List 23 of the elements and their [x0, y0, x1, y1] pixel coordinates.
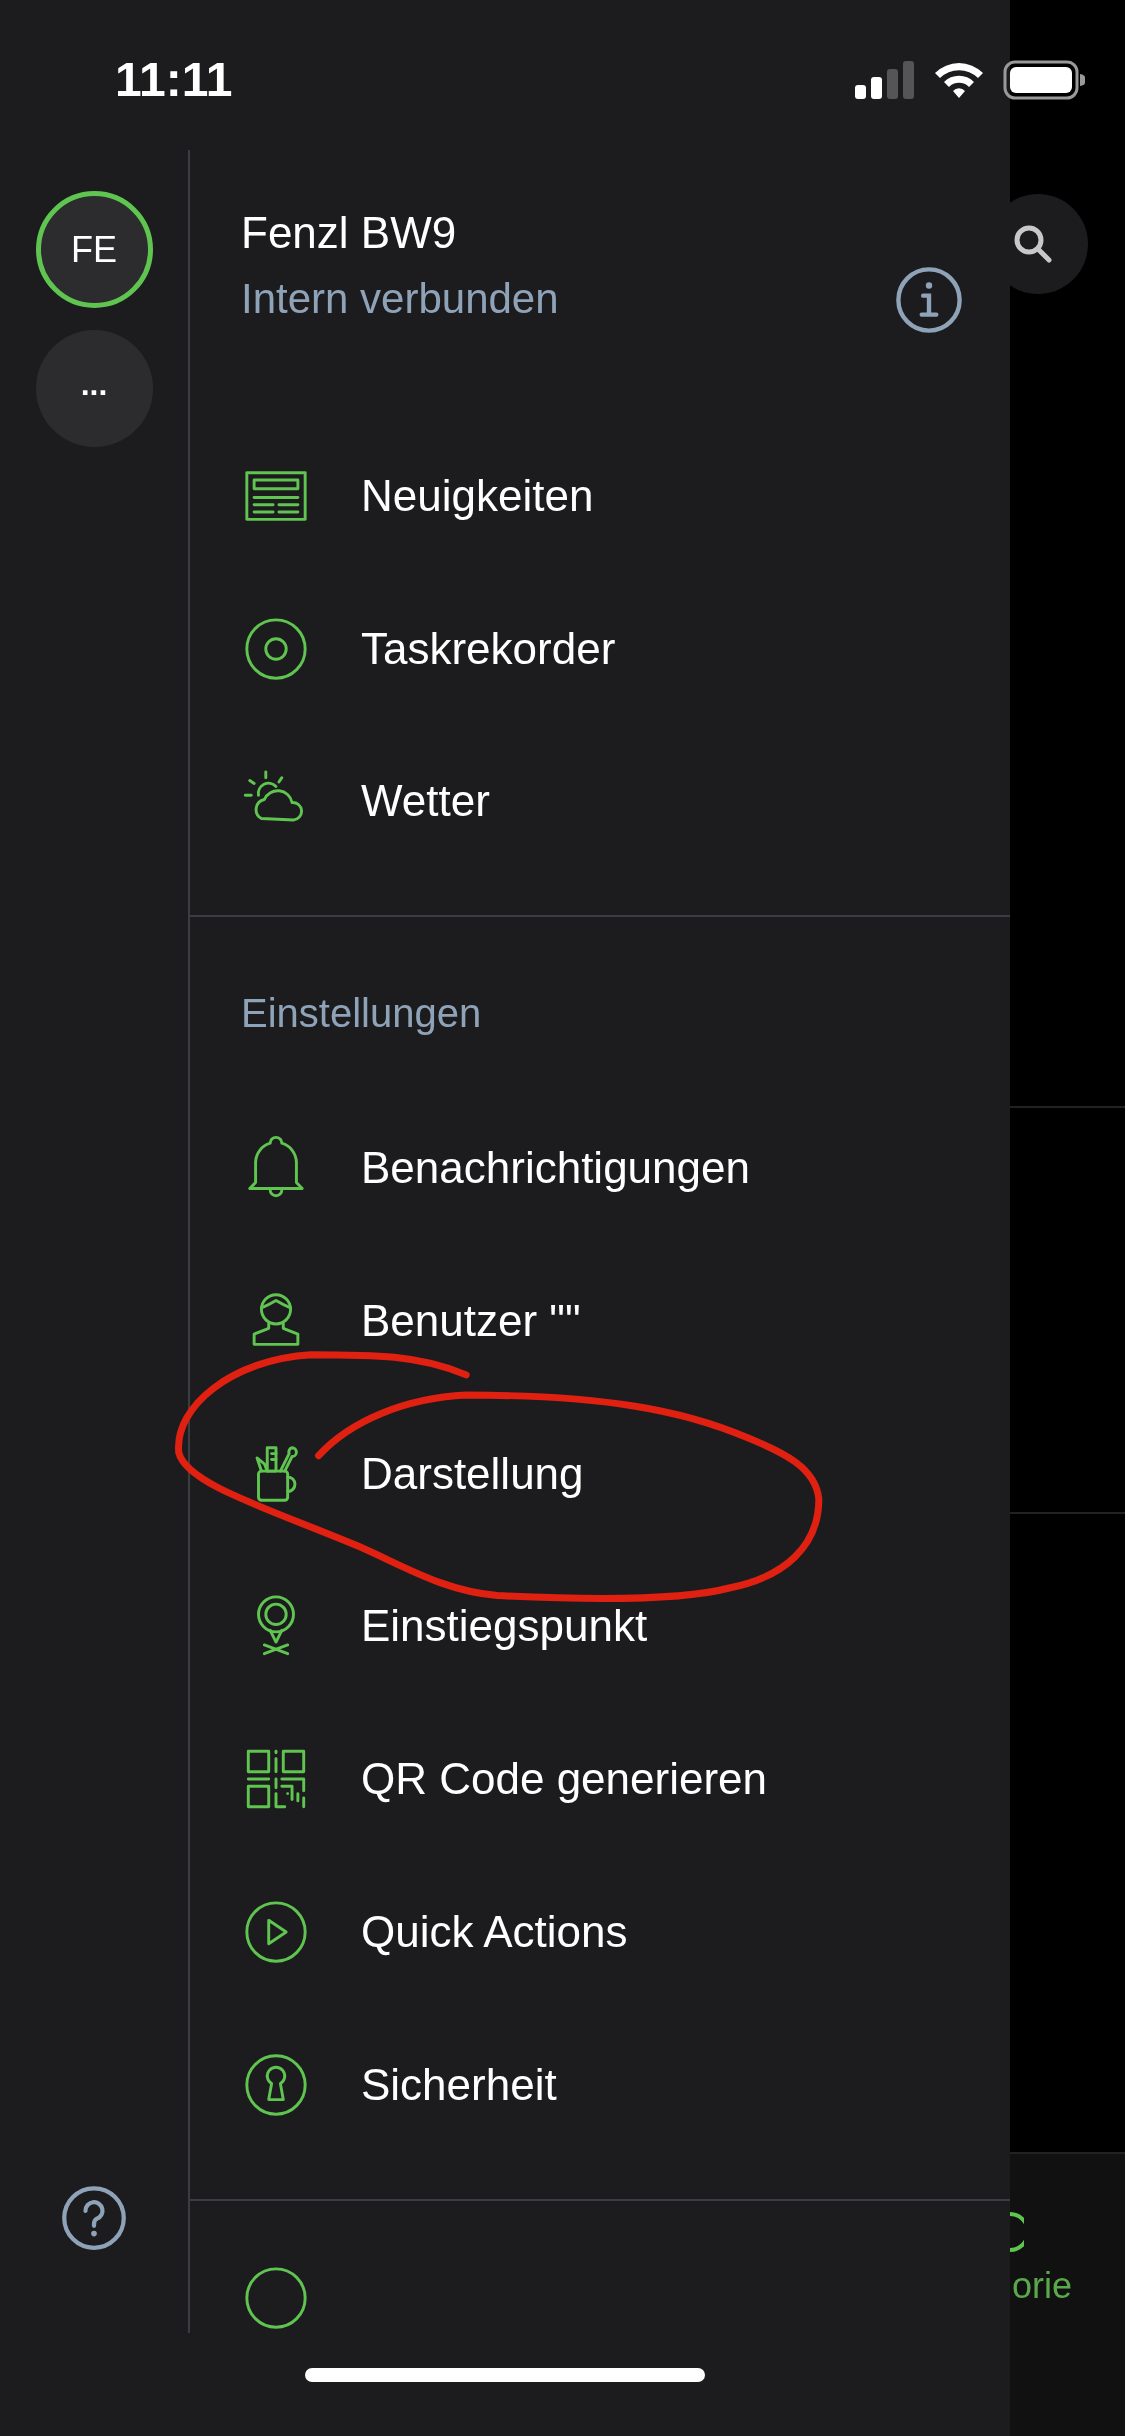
help-icon[interactable]	[60, 2184, 128, 2252]
signal-icon	[855, 61, 915, 99]
tab-label[interactable]: orie	[1012, 2264, 1125, 2308]
menu-item[interactable]: Benutzer ""	[361, 1292, 581, 1349]
info-icon[interactable]	[894, 265, 964, 335]
menu-item[interactable]: Quick Actions	[361, 1903, 628, 1960]
battery-icon	[1003, 60, 1085, 100]
wifi-icon	[933, 61, 985, 99]
menu-item[interactable]: Neuigkeiten	[361, 467, 594, 524]
section-heading: Einstellungen	[241, 990, 482, 1035]
menu-item[interactable]: Darstellung	[361, 1445, 584, 1502]
menu-item[interactable]: Sicherheit	[361, 2056, 557, 2113]
menu-item[interactable]: Einstiegspunkt	[361, 1598, 648, 1655]
menu-item[interactable]: Wetter	[361, 773, 490, 830]
device-title: Fenzl BW9	[241, 207, 458, 259]
menu-item[interactable]: QR Code generieren	[361, 1751, 767, 1808]
connection-status: Intern verbunden	[241, 274, 559, 324]
menu-item[interactable]: Benachrichtigungen	[361, 1140, 750, 1197]
more-button[interactable]: ...	[35, 330, 153, 447]
status-time: 11:11	[115, 52, 233, 108]
account-avatar[interactable]: FE	[35, 191, 153, 308]
tab-icon	[1010, 2212, 1024, 2252]
menu-item[interactable]: Taskrekorder	[361, 620, 616, 677]
